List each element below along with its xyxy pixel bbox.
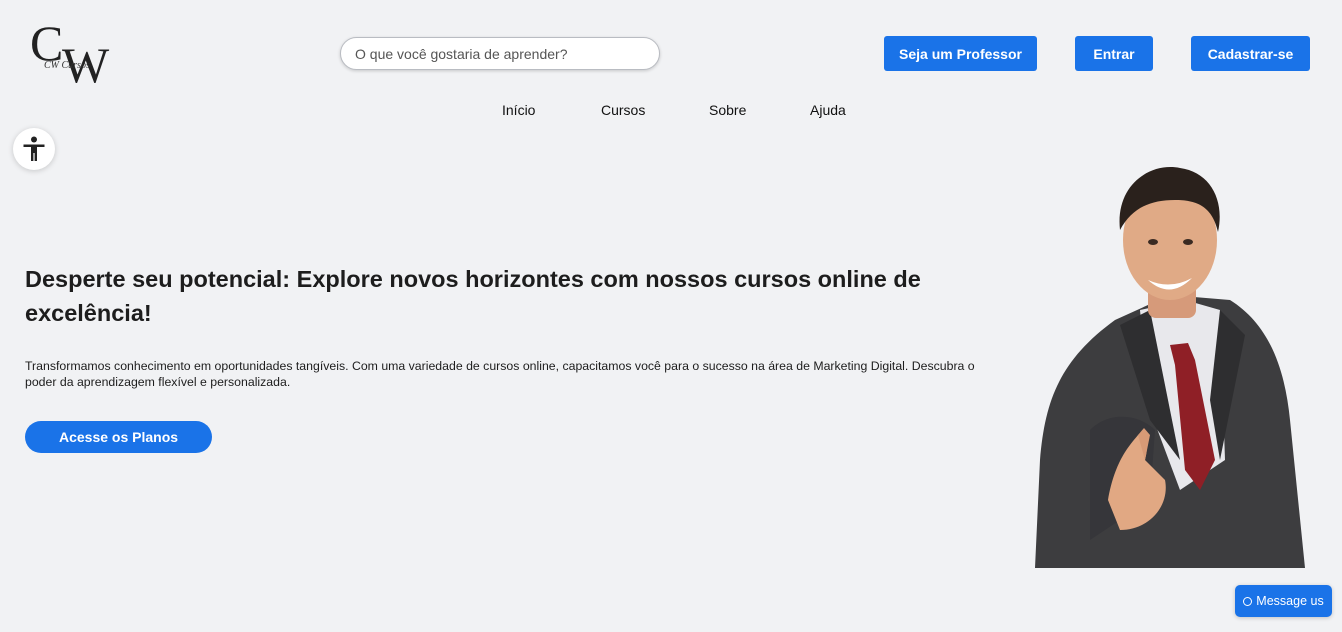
view-plans-button[interactable]: Acesse os Planos bbox=[25, 421, 212, 453]
hero-headline: Desperte seu potencial: Explore novos ho… bbox=[25, 266, 921, 326]
nav-item-ajuda[interactable]: Ajuda bbox=[810, 102, 846, 118]
nav-item-sobre[interactable]: Sobre bbox=[709, 102, 746, 118]
login-button[interactable]: Entrar bbox=[1075, 36, 1153, 71]
hero-description: Transformamos conhecimento em oportunida… bbox=[25, 359, 975, 389]
signup-button[interactable]: Cadastrar-se bbox=[1191, 36, 1310, 71]
accessibility-button[interactable] bbox=[13, 128, 55, 170]
search-input[interactable] bbox=[340, 37, 660, 70]
nav-item-cursos[interactable]: Cursos bbox=[601, 102, 645, 118]
message-us-label: Message us bbox=[1256, 594, 1324, 608]
chat-icon bbox=[1243, 596, 1253, 606]
hero-businessman-image bbox=[1020, 160, 1320, 572]
become-teacher-button[interactable]: Seja um Professor bbox=[884, 36, 1037, 71]
site-logo[interactable]: C W CW Cursos bbox=[28, 15, 128, 93]
message-us-button[interactable]: Message us bbox=[1235, 585, 1332, 617]
svg-text:CW Cursos: CW Cursos bbox=[44, 60, 90, 71]
accessibility-icon bbox=[23, 136, 45, 161]
nav-item-inicio[interactable]: Início bbox=[502, 102, 535, 118]
